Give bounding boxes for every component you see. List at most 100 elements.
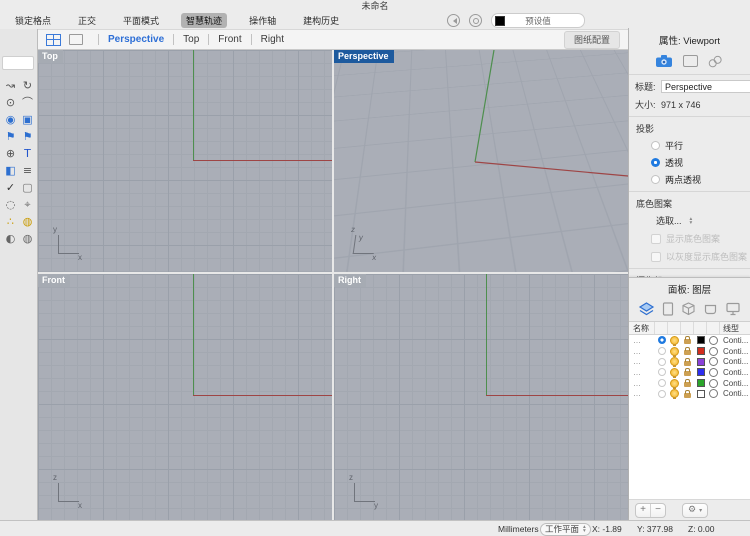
tab-right[interactable]: Right xyxy=(261,34,284,45)
layer-linetype[interactable]: Conti... xyxy=(720,347,750,356)
lasso-tool-icon[interactable]: ◌ xyxy=(2,196,19,213)
lock-column-header[interactable] xyxy=(681,322,694,334)
layer-material-icon[interactable] xyxy=(709,389,718,398)
layer-row[interactable]: … Conti... xyxy=(629,335,750,346)
radio-two-point-perspective[interactable]: 两点透视 xyxy=(651,173,750,186)
viewport-perspective-label[interactable]: Perspective xyxy=(334,50,394,63)
page-panel-icon[interactable] xyxy=(662,302,674,316)
layer-options-button[interactable]: ⚙ ▾ xyxy=(682,503,708,518)
layer-material-icon[interactable] xyxy=(709,347,718,356)
circle-tool-icon[interactable]: ⊙ xyxy=(2,94,19,111)
current-layer-radio[interactable] xyxy=(658,336,666,344)
solid-cube-icon[interactable]: ◧ xyxy=(2,162,19,179)
four-viewports-icon[interactable] xyxy=(46,34,61,46)
layer-name[interactable]: … xyxy=(629,347,655,356)
layer-material-icon[interactable] xyxy=(709,336,718,345)
layer-lock-icon[interactable] xyxy=(684,393,691,398)
radio-parallel[interactable]: 平行 xyxy=(651,139,750,152)
checkbox-icon[interactable] xyxy=(651,252,661,262)
viewport-title-input[interactable] xyxy=(661,80,750,93)
display-mode-icon[interactable] xyxy=(683,55,698,67)
toolbar-planar-button[interactable]: 平面模式 xyxy=(118,13,164,28)
layout-config-button[interactable]: 图纸配置 xyxy=(564,31,620,49)
checkbox-grayscale-wallpaper[interactable]: 以灰度显示底色图案 xyxy=(651,250,750,263)
layer-name[interactable]: … xyxy=(629,336,655,345)
layer-name[interactable]: … xyxy=(629,389,655,398)
layer-linetype[interactable]: Conti... xyxy=(720,368,750,377)
sphere-grid-icon[interactable]: ◍ xyxy=(19,230,36,247)
remove-layer-button[interactable]: − xyxy=(651,504,665,517)
tab-perspective[interactable]: Perspective xyxy=(108,34,164,45)
layer-name[interactable]: … xyxy=(629,357,655,366)
flag-tool-icon[interactable]: ⚑ xyxy=(2,128,19,145)
toolbar-ortho-button[interactable]: 正交 xyxy=(73,13,101,28)
layer-material-icon[interactable] xyxy=(709,379,718,388)
layer-row[interactable]: … Conti... xyxy=(629,346,750,357)
viewport-right-label[interactable]: Right xyxy=(334,274,366,287)
layer-lock-icon[interactable] xyxy=(684,361,691,366)
cube-panel-icon[interactable] xyxy=(681,302,696,316)
viewport-front-label[interactable]: Front xyxy=(38,274,70,287)
cplane-selector[interactable]: 工作平面 ▴▾ xyxy=(540,523,591,536)
layer-color-swatch[interactable] xyxy=(697,358,705,366)
layer-visibility-bulb-icon[interactable] xyxy=(670,368,679,377)
spheres-tool-icon[interactable]: ◉ xyxy=(2,111,19,128)
layer-row[interactable]: … Conti... xyxy=(629,367,750,378)
link-icon[interactable] xyxy=(706,51,726,70)
rotate-icon[interactable]: ↻ xyxy=(19,77,36,94)
points-tool-icon[interactable]: ∴ xyxy=(2,213,19,230)
spotlight-tool-icon[interactable]: ⌖ xyxy=(19,196,36,213)
text-tool-icon[interactable]: T xyxy=(19,145,36,162)
viewport-top-label[interactable]: Top xyxy=(38,50,63,63)
bulb-tool-icon[interactable]: ◍ xyxy=(19,213,36,230)
layer-linetype[interactable]: Conti... xyxy=(720,389,750,398)
toolbar-gumball-button[interactable]: 操作轴 xyxy=(244,13,281,28)
camera-icon[interactable] xyxy=(655,54,673,68)
preset-button[interactable]: 预设值 xyxy=(491,13,585,28)
radio-icon[interactable] xyxy=(651,141,660,150)
current-layer-radio[interactable] xyxy=(658,347,666,355)
sidebar-search-input[interactable] xyxy=(2,56,34,70)
layer-name[interactable]: … xyxy=(629,368,655,377)
current-layer-radio[interactable] xyxy=(658,390,666,398)
viewport-right[interactable]: Right z y xyxy=(334,274,628,520)
radio-icon[interactable] xyxy=(651,175,660,184)
checkbox-show-wallpaper[interactable]: 显示底色图案 xyxy=(651,232,750,245)
toolbar-smarttrack-button[interactable]: 智慧轨迹 xyxy=(181,13,227,28)
layer-visibility-bulb-icon[interactable] xyxy=(670,336,679,345)
layer-row[interactable]: … Conti... xyxy=(629,378,750,389)
radio-selected-icon[interactable] xyxy=(651,158,660,167)
layer-color-swatch[interactable] xyxy=(697,368,705,376)
layer-lock-icon[interactable] xyxy=(684,339,691,344)
layer-material-icon[interactable] xyxy=(709,368,718,377)
color-column-header[interactable] xyxy=(694,322,707,334)
layer-visibility-bulb-icon[interactable] xyxy=(670,389,679,398)
radio-perspective[interactable]: 透视 xyxy=(651,156,750,169)
layer-visibility-bulb-icon[interactable] xyxy=(670,379,679,388)
back-circle-icon[interactable] xyxy=(447,14,460,27)
layer-color-swatch[interactable] xyxy=(697,390,705,398)
tray-panel-icon[interactable] xyxy=(703,302,718,316)
linetype-column-header[interactable]: 线型 xyxy=(720,322,750,334)
layer-linetype[interactable]: Conti... xyxy=(720,379,750,388)
sphere-shaded-icon[interactable]: ◐ xyxy=(2,230,19,247)
viewport-front[interactable]: Front z x xyxy=(38,274,332,520)
viewport-top[interactable]: Top y x xyxy=(38,50,332,272)
layer-color-swatch[interactable] xyxy=(697,379,705,387)
box-tool-icon[interactable]: ▢ xyxy=(19,179,36,196)
layer-visibility-bulb-icon[interactable] xyxy=(670,357,679,366)
layers-panel-icon[interactable] xyxy=(638,302,655,316)
extrude-tool-icon[interactable]: ≡ xyxy=(19,162,36,179)
layer-lock-icon[interactable] xyxy=(684,382,691,387)
layer-linetype[interactable]: Conti... xyxy=(720,357,750,366)
layer-lock-icon[interactable] xyxy=(684,350,691,355)
current-layer-radio[interactable] xyxy=(658,368,666,376)
wallpaper-select[interactable]: 选取... ▴▾ xyxy=(656,214,750,227)
layer-row[interactable]: … Conti... xyxy=(629,356,750,367)
flag-tool-2-icon[interactable]: ⚑ xyxy=(19,128,36,145)
units-label[interactable]: Millimeters xyxy=(498,524,539,534)
material-column-header[interactable] xyxy=(707,322,720,334)
target-circle-icon[interactable] xyxy=(469,14,482,27)
add-layer-button[interactable]: + xyxy=(636,504,651,517)
layer-color-swatch[interactable] xyxy=(697,347,705,355)
